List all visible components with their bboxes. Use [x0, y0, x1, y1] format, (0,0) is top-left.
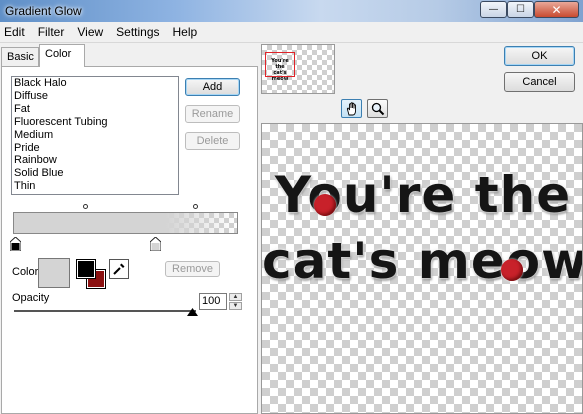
chevron-up-icon: ▲: [232, 294, 239, 300]
minimize-icon: —: [488, 4, 499, 15]
current-color-swatch[interactable]: [38, 258, 70, 288]
delete-button[interactable]: Delete: [185, 132, 240, 150]
list-item[interactable]: Fluorescent Tubing: [12, 116, 178, 129]
tab-color[interactable]: Color: [39, 44, 85, 67]
close-icon: ✕: [551, 2, 562, 17]
thumb-text-line2: cat's meow: [271, 70, 289, 82]
menu-settings[interactable]: Settings: [116, 25, 166, 39]
list-item[interactable]: Medium: [12, 129, 178, 142]
midpoint-marker[interactable]: [83, 204, 88, 209]
ok-button[interactable]: OK: [504, 46, 575, 66]
title-bar: Gradient Glow — ☐ ✕: [0, 0, 583, 22]
foreground-color-swatch[interactable]: [76, 259, 96, 279]
opacity-slider-track[interactable]: [14, 310, 196, 312]
preview-text-line2: cat's meow: [262, 232, 583, 290]
color-stop-right[interactable]: [150, 237, 161, 251]
menu-bar: Edit Filter View Settings Help: [0, 22, 583, 43]
opacity-slider-thumb[interactable]: [187, 308, 198, 316]
list-item[interactable]: Diffuse: [12, 90, 178, 103]
zoom-tool-button[interactable]: [367, 99, 388, 118]
color-label: Color: [12, 266, 39, 278]
list-item[interactable]: Solid Blue: [12, 167, 178, 180]
hand-tool-button[interactable]: [341, 99, 362, 118]
heart-o-decoration: [314, 194, 336, 216]
magnifier-icon: [371, 102, 384, 115]
midpoint-marker[interactable]: [193, 204, 198, 209]
menu-view[interactable]: View: [77, 25, 110, 39]
list-item[interactable]: Fat: [12, 103, 178, 116]
remove-button[interactable]: Remove: [165, 261, 220, 277]
minimize-button[interactable]: —: [480, 1, 507, 18]
close-button[interactable]: ✕: [534, 1, 579, 18]
list-item[interactable]: Black Halo: [12, 77, 178, 90]
hand-icon: [346, 101, 356, 115]
menu-filter[interactable]: Filter: [38, 25, 72, 39]
color-stop-left[interactable]: [10, 237, 21, 251]
opacity-label: Opacity: [12, 292, 50, 304]
navigator-viewport[interactable]: You're the cat's meow: [265, 52, 295, 82]
gradient-bar[interactable]: [13, 212, 238, 234]
list-item[interactable]: Rainbow: [12, 154, 178, 167]
navigator-thumbnail[interactable]: You're the cat's meow: [261, 44, 335, 94]
list-item[interactable]: Pride: [12, 142, 178, 155]
menu-help[interactable]: Help: [173, 25, 205, 39]
menu-edit[interactable]: Edit: [4, 25, 32, 39]
tab-basic[interactable]: Basic: [1, 47, 39, 67]
maximize-button[interactable]: ☐: [507, 1, 534, 18]
list-item[interactable]: Thin: [12, 180, 178, 193]
opacity-spin-down[interactable]: ▼: [229, 302, 242, 310]
preset-list[interactable]: Black Halo Diffuse Fat Fluorescent Tubin…: [11, 76, 179, 195]
window-title: Gradient Glow: [5, 4, 82, 18]
preview-text-line1: You're the: [274, 166, 572, 224]
maximize-icon: ☐: [516, 4, 525, 15]
cancel-button[interactable]: Cancel: [504, 72, 575, 92]
thumb-text-line1: You're the: [271, 58, 289, 70]
rename-button[interactable]: Rename: [185, 105, 240, 123]
chevron-down-icon: ▼: [232, 303, 239, 309]
opacity-spin-up[interactable]: ▲: [229, 293, 242, 301]
eyedropper-icon: [113, 263, 125, 275]
opacity-input[interactable]: 100: [199, 293, 227, 310]
preview-canvas[interactable]: You're the cat's meow: [261, 123, 583, 414]
heart-o-decoration: [501, 259, 523, 281]
add-button[interactable]: Add: [185, 78, 240, 96]
eyedropper-button[interactable]: [109, 259, 129, 279]
